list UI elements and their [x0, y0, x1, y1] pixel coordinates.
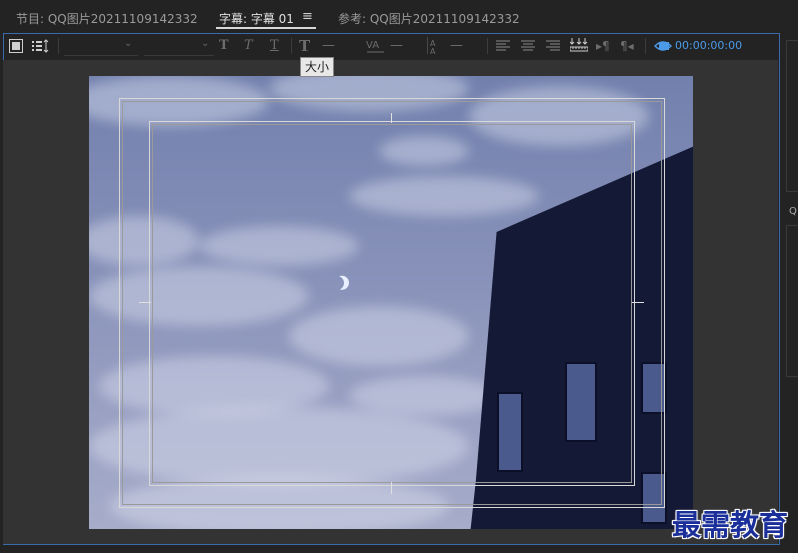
center-tick-left	[139, 302, 151, 303]
timecode-display[interactable]: 00:00:00:00	[675, 39, 742, 52]
tab-stops-icon[interactable]	[570, 37, 588, 53]
adjacent-panel-box	[786, 40, 798, 192]
film-icon[interactable]	[9, 39, 23, 53]
adjacent-panel-box	[786, 225, 798, 377]
align-center-icon[interactable]	[521, 39, 535, 53]
chevron-down-icon: ⌄	[124, 38, 133, 49]
kerning-value[interactable]: —	[390, 34, 403, 58]
center-tick-bottom	[391, 482, 392, 494]
svg-text:A: A	[430, 47, 436, 55]
center-tick-top	[391, 113, 392, 123]
paragraph-ltr-icon[interactable]: ▸¶	[596, 34, 610, 58]
title-safe-area-inner-line	[152, 124, 632, 483]
timeline-icon[interactable]	[32, 39, 50, 53]
leading-icon[interactable]: A A	[427, 37, 445, 55]
tab-captions[interactable]: 字幕: 字幕 01	[219, 10, 294, 27]
center-tick-right	[632, 302, 644, 303]
toolbar-divider	[291, 38, 292, 54]
watermark-logo: 最需教育	[672, 508, 789, 542]
chevron-down-icon: ⌄	[201, 38, 210, 49]
leading-value[interactable]: —	[450, 34, 463, 58]
toolbar-divider	[645, 38, 646, 54]
italic-icon[interactable]: T	[244, 34, 253, 58]
show-video-icon[interactable]	[654, 38, 672, 54]
active-tab-indicator	[216, 27, 316, 29]
align-left-icon[interactable]	[496, 39, 510, 53]
align-right-icon[interactable]	[546, 39, 560, 53]
kerning-icon[interactable]: VA	[366, 38, 386, 54]
toolbar-divider	[487, 38, 488, 54]
small-caps-icon[interactable]: T	[270, 34, 279, 58]
bold-icon[interactable]: T	[219, 34, 229, 58]
svg-text:VA: VA	[366, 40, 379, 51]
tab-program-monitor[interactable]: 节目: QQ图片20211109142332	[16, 10, 198, 27]
panel-tab-bar: 节目: QQ图片20211109142332 字幕: 字幕 01 ≡ 参考: Q…	[0, 0, 798, 33]
tab-reference-monitor[interactable]: 参考: QQ图片20211109142332	[338, 10, 520, 27]
paragraph-rtl-icon[interactable]: ¶◂	[620, 34, 634, 58]
text-size-icon[interactable]: T	[299, 34, 310, 58]
toolbar-divider	[58, 38, 59, 54]
adjacent-panel-label: Q	[789, 206, 797, 217]
panel-menu-icon[interactable]: ≡	[302, 9, 313, 24]
size-tooltip: 大小	[300, 57, 335, 77]
text-size-value[interactable]: —	[322, 34, 335, 58]
